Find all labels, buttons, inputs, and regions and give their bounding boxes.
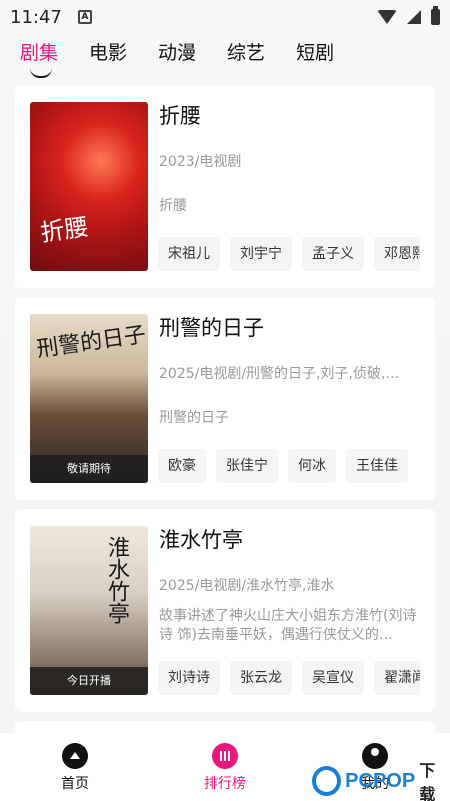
signal-icon (407, 10, 421, 24)
list-item[interactable]: 刑警的日子 敬请期待 刑警的日子 2025/电视剧/刑警的日子,刘子,侦破,… … (15, 297, 435, 500)
poster-title: 刑警的日子 (35, 322, 148, 363)
card-title: 折腰 (159, 104, 201, 128)
cast-tag[interactable]: 吴宣仪 (302, 661, 364, 695)
poster-image[interactable]: 折腰 (30, 102, 148, 271)
cast-tag[interactable]: 刘宇宁 (230, 237, 292, 271)
card-desc: 折腰 (159, 198, 187, 214)
poster-image[interactable]: 淮水竹亭 今日开播 (30, 526, 148, 695)
nav-home-label: 首页 (61, 776, 89, 792)
poster-title: 折腰 (38, 212, 91, 248)
cast-tags: 宋祖儿 刘宇宁 孟子义 邓恩熙 (158, 237, 420, 271)
cast-tag[interactable]: 邓恩熙 (374, 237, 420, 271)
cast-tag[interactable]: 翟潇闻 (374, 661, 420, 695)
poster-image[interactable]: 刑警的日子 敬请期待 (30, 314, 148, 483)
cast-tag[interactable]: 宋祖儿 (158, 237, 220, 271)
status-bar: 11:47 A (0, 0, 450, 34)
cast-tag[interactable]: 欧豪 (158, 449, 206, 483)
battery-icon (431, 6, 440, 25)
category-tabs: 剧集 电影 动漫 综艺 短剧 (0, 36, 365, 80)
watermark-suffix: 下载 (419, 763, 436, 801)
watermark-brand: PCPOP (345, 769, 416, 792)
tab-movie[interactable]: 电影 (89, 36, 127, 80)
cast-tag[interactable]: 何冰 (288, 449, 336, 483)
cast-tag[interactable]: 孟子义 (302, 237, 364, 271)
cast-tag[interactable]: 张云龙 (230, 661, 292, 695)
nav-home[interactable]: 首页 (15, 733, 135, 793)
list-item[interactable]: 折腰 折腰 2023/电视剧 折腰 宋祖儿 刘宇宁 孟子义 邓恩熙 (15, 85, 435, 288)
cast-tag[interactable]: 刘诗诗 (158, 661, 220, 695)
card-meta: 2025/电视剧/刑警的日子,刘子,侦破,… (159, 366, 400, 382)
watermark: PCPOP 下载 (312, 757, 450, 801)
tab-drama[interactable]: 剧集 (20, 36, 58, 80)
list-item[interactable]: 淮水竹亭 今日开播 淮水竹亭 2025/电视剧/淮水竹亭,淮水 故事讲述了神火山… (15, 509, 435, 712)
card-meta: 2025/电视剧/淮水竹亭,淮水 (159, 578, 335, 594)
poster-title: 淮水竹亭 (104, 536, 129, 624)
status-time: 11:47 (10, 6, 62, 28)
tab-variety[interactable]: 综艺 (227, 36, 265, 80)
cast-tag[interactable]: 张佳宁 (216, 449, 278, 483)
home-icon (62, 743, 88, 769)
nav-rank[interactable]: 排行榜 (165, 733, 285, 793)
cast-tag[interactable]: 王佳佳 (346, 449, 408, 483)
card-title: 刑警的日子 (159, 316, 264, 340)
card-meta: 2023/电视剧 (159, 154, 242, 170)
notification-icon: A (77, 10, 92, 24)
status-icons (377, 6, 440, 25)
card-title: 淮水竹亭 (159, 528, 243, 552)
rank-icon (212, 743, 238, 769)
nav-rank-label: 排行榜 (204, 776, 246, 792)
tab-anime[interactable]: 动漫 (158, 36, 196, 80)
cast-tags: 欧豪 张佳宁 何冰 王佳佳 (158, 449, 420, 483)
wifi-icon (377, 10, 397, 24)
card-desc: 故事讲述了神火山庄大小姐东方淮竹(刘诗诗 饰)去南垂平妖，偶遇行侠仗义的… (159, 608, 417, 643)
poster-caption: 敬请期待 (30, 455, 148, 483)
content-list: 折腰 折腰 2023/电视剧 折腰 宋祖儿 刘宇宁 孟子义 邓恩熙 刑警的日子 … (15, 85, 435, 741)
poster-caption: 今日开播 (30, 667, 148, 695)
cast-tags: 刘诗诗 张云龙 吴宣仪 翟潇闻 (158, 661, 420, 695)
card-desc: 刑警的日子 (159, 410, 229, 426)
watermark-logo-icon (312, 766, 342, 796)
tab-short[interactable]: 短剧 (296, 36, 334, 80)
